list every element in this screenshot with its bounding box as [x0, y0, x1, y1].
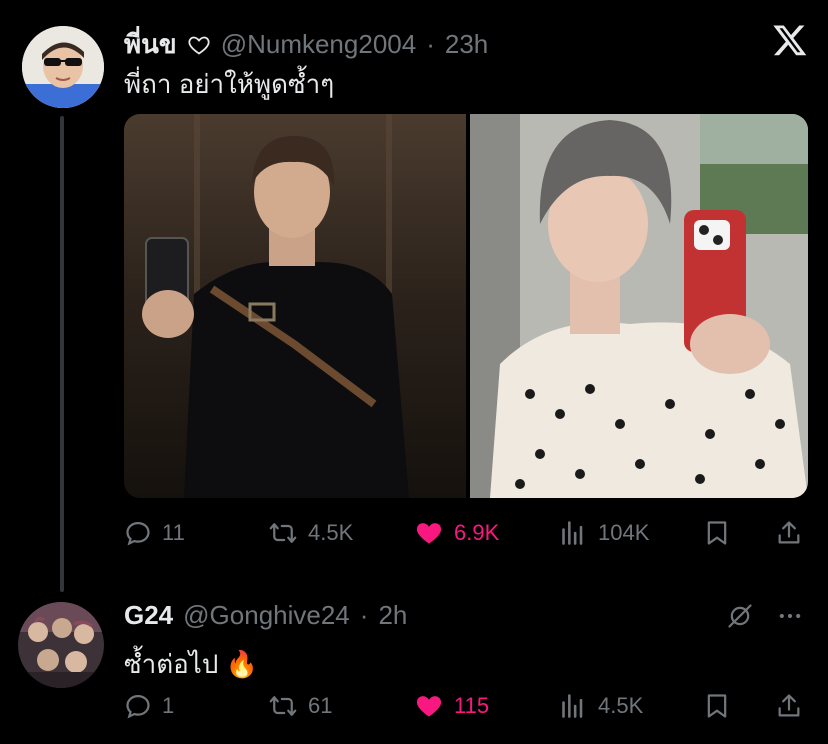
like-button[interactable]: 6.9K: [414, 519, 499, 547]
reply-like-button[interactable]: 115: [414, 692, 489, 720]
hide-icon[interactable]: [726, 602, 754, 635]
repost-button[interactable]: 4.5K: [268, 519, 353, 547]
share-icon: [775, 519, 803, 547]
separator: ·: [426, 29, 435, 59]
repost-icon: [268, 692, 298, 720]
reply-display-name[interactable]: G24: [124, 600, 173, 631]
repost-icon: [268, 519, 298, 547]
reply-reply-count: 1: [162, 693, 175, 718]
views-icon: [560, 519, 588, 547]
reply-repost-count: 61: [308, 693, 333, 718]
media-photo-left[interactable]: [124, 114, 466, 498]
reply-reply-button[interactable]: 1: [124, 692, 174, 720]
views-count: 104K: [598, 520, 650, 545]
reply-count: 11: [162, 520, 185, 545]
reply-share-button[interactable]: [775, 692, 803, 720]
heart-outline-icon: [187, 33, 211, 57]
display-name[interactable]: พี่นข: [124, 24, 177, 65]
thread-line: [60, 116, 64, 592]
x-logo-icon[interactable]: [772, 22, 808, 58]
views-button[interactable]: 104K: [560, 519, 649, 547]
like-count: 6.9K: [454, 520, 500, 545]
reply-separator: ·: [359, 600, 369, 630]
reply-like-count: 115: [454, 693, 490, 718]
bookmark-icon: [703, 692, 731, 720]
heart-filled-icon: [414, 519, 444, 547]
handle[interactable]: @Numkeng2004: [221, 29, 417, 60]
more-icon[interactable]: [776, 602, 804, 635]
repost-count: 4.5K: [308, 520, 354, 545]
tweet-text: พี่ถา อย่าให้พูดซ้ำๆ: [124, 69, 335, 99]
reply-icon: [124, 692, 152, 720]
media-photo-right[interactable]: [470, 114, 808, 498]
reply-views-count: 4.5K: [598, 693, 644, 718]
avatar[interactable]: [22, 26, 104, 108]
reply-bookmark-button[interactable]: [703, 692, 731, 720]
bookmark-icon: [703, 519, 731, 547]
reply-avatar[interactable]: [18, 602, 104, 688]
reply-button[interactable]: 11: [124, 519, 185, 547]
share-button[interactable]: [775, 519, 803, 547]
bookmark-button[interactable]: [703, 519, 731, 547]
reply-icon: [124, 519, 152, 547]
reply-handle[interactable]: @Gonghive24: [183, 600, 350, 631]
timestamp[interactable]: 23h: [445, 29, 488, 60]
reply-text: ซ้ำต่อไป 🔥: [124, 649, 258, 679]
views-icon: [560, 692, 588, 720]
reply-timestamp[interactable]: 2h: [378, 600, 407, 631]
reply-repost-button[interactable]: 61: [268, 692, 332, 720]
share-icon: [775, 692, 803, 720]
heart-filled-icon: [414, 692, 444, 720]
reply-views-button[interactable]: 4.5K: [560, 692, 643, 720]
